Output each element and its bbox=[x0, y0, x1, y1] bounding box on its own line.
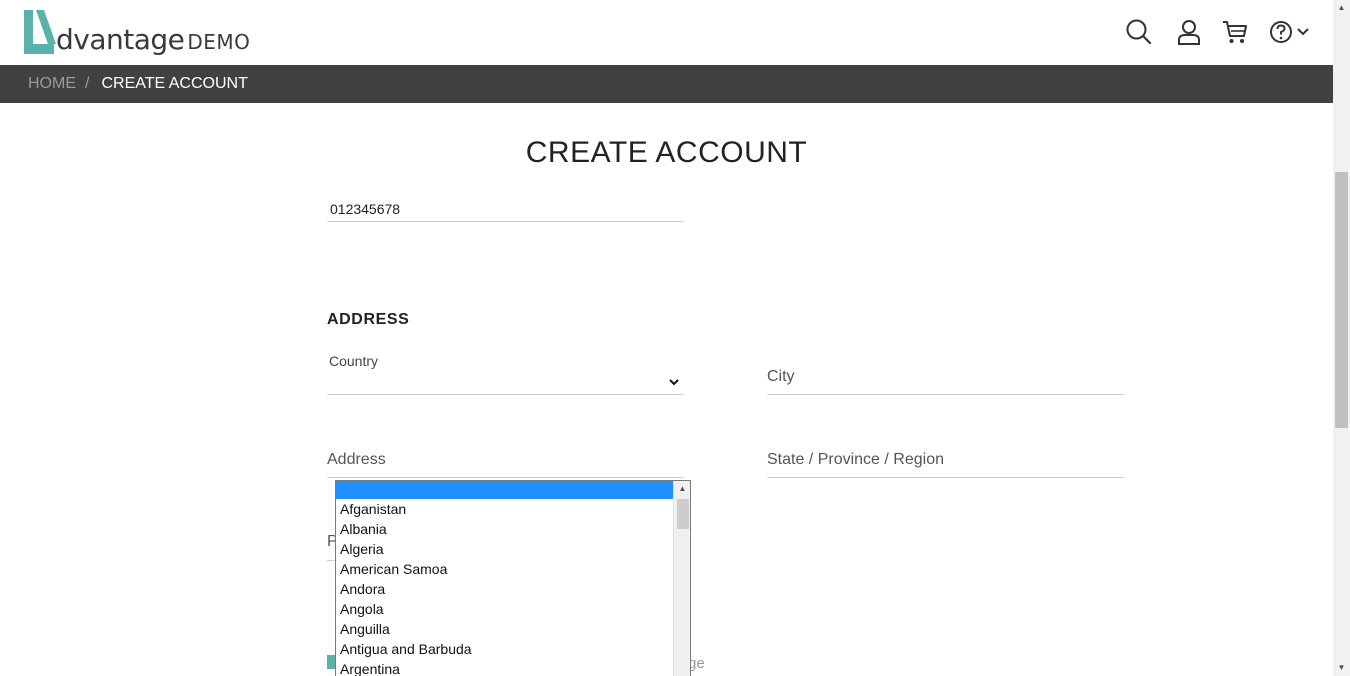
scroll-down-icon[interactable]: ▼ bbox=[1333, 661, 1350, 675]
help-icon[interactable] bbox=[1268, 18, 1294, 46]
country-option[interactable]: Angola bbox=[336, 599, 674, 619]
search-icon[interactable] bbox=[1125, 18, 1153, 46]
country-dropdown-list[interactable]: Afganistan Albania Algeria American Samoa An… bbox=[335, 480, 691, 676]
country-option[interactable]: Algeria bbox=[336, 539, 674, 559]
user-icon[interactable] bbox=[1175, 18, 1203, 46]
country-select[interactable] bbox=[327, 394, 683, 395]
country-option[interactable]: Argentina bbox=[336, 659, 674, 676]
country-options: Afganistan Albania Algeria American Samoa An… bbox=[336, 481, 674, 676]
dropdown-scrollbar-thumb[interactable] bbox=[677, 499, 689, 529]
breadcrumb-current: CREATE ACCOUNT bbox=[101, 75, 248, 92]
city-label: City bbox=[767, 368, 795, 385]
address-section-heading: ADDRESS bbox=[327, 311, 410, 328]
page-scrollbar[interactable]: ▲ ▼ bbox=[1333, 0, 1350, 676]
logo-demo-label: DEMO bbox=[187, 30, 251, 54]
address-label: Address bbox=[327, 451, 386, 468]
city-input[interactable] bbox=[767, 394, 1124, 395]
phone-number-field[interactable]: 012345678 bbox=[327, 200, 683, 222]
breadcrumb: HOME / CREATE ACCOUNT bbox=[0, 65, 1333, 103]
country-option[interactable]: Andora bbox=[336, 579, 674, 599]
country-option[interactable]: American Samoa bbox=[336, 559, 674, 579]
site-header: dvantage DEMO bbox=[0, 0, 1333, 65]
logo-wordmark: dvantage bbox=[56, 23, 185, 56]
country-option[interactable]: Anguilla bbox=[336, 619, 674, 639]
chevron-down-icon[interactable] bbox=[1296, 18, 1310, 46]
cart-icon[interactable] bbox=[1221, 18, 1249, 46]
logo[interactable]: dvantage DEMO bbox=[22, 10, 250, 56]
state-input[interactable] bbox=[767, 477, 1124, 478]
page-scrollbar-thumb[interactable] bbox=[1335, 172, 1348, 428]
chevron-down-icon[interactable] bbox=[667, 375, 681, 389]
country-option[interactable]: Albania bbox=[336, 519, 674, 539]
breadcrumb-home-link[interactable]: HOME bbox=[28, 75, 76, 93]
breadcrumb-separator: / bbox=[85, 75, 90, 92]
country-option[interactable] bbox=[336, 481, 674, 499]
address-input[interactable] bbox=[327, 477, 683, 478]
country-option[interactable]: Antigua and Barbuda bbox=[336, 639, 674, 659]
country-option[interactable]: Afganistan bbox=[336, 499, 674, 519]
state-label: State / Province / Region bbox=[767, 451, 944, 468]
country-label: Country bbox=[329, 353, 379, 369]
scroll-up-icon[interactable]: ▲ bbox=[1333, 1, 1350, 15]
dropdown-scrollbar[interactable]: ▲ bbox=[673, 481, 690, 676]
scroll-up-icon[interactable]: ▲ bbox=[674, 481, 690, 497]
logo-mark-icon bbox=[24, 10, 56, 54]
page-title: CREATE ACCOUNT bbox=[525, 136, 808, 169]
